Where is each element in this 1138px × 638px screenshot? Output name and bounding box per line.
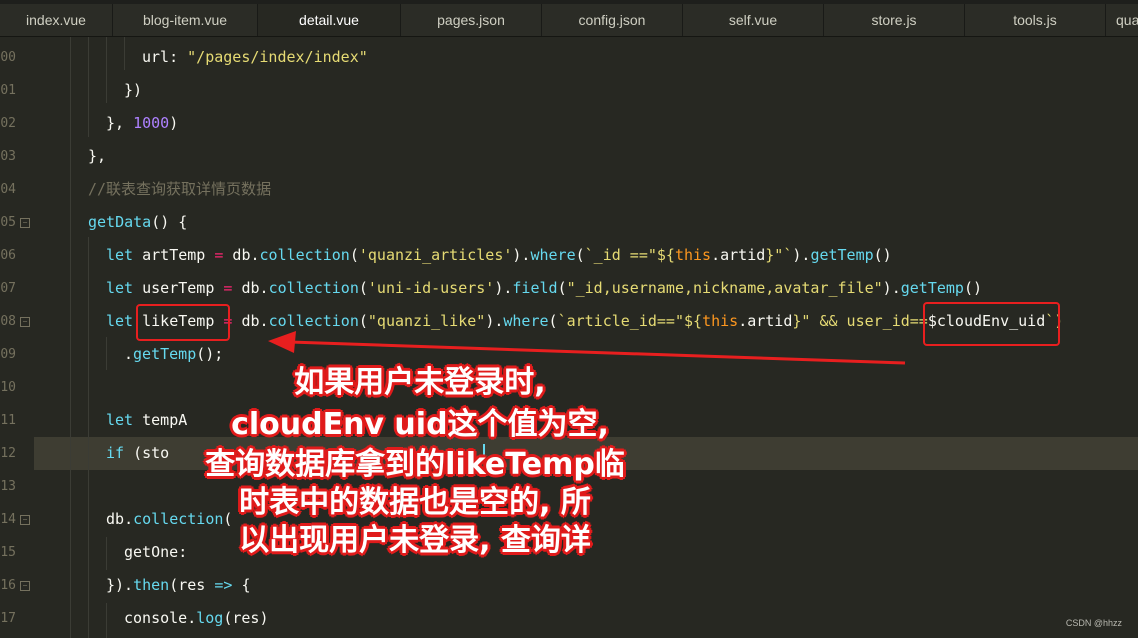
tab-pages-json[interactable]: pages.json [401, 4, 542, 36]
tab-index-vue[interactable]: index.vue [0, 4, 113, 36]
annotation-line-2: cloudEnv uid这个值为空, [231, 407, 609, 442]
tab-blog-item-vue[interactable]: blog-item.vue [113, 4, 258, 36]
tab-tools-js[interactable]: tools.js [965, 4, 1106, 36]
tab-quanzi-partial[interactable]: qua [1106, 4, 1138, 36]
tab-config-json[interactable]: config.json [542, 4, 683, 36]
tab-detail-vue[interactable]: detail.vue [258, 4, 401, 36]
editor-tab-bar: index.vue blog-item.vue detail.vue pages… [0, 0, 1138, 37]
code-editor[interactable]: 00 01 02 03 04 05 06 07 08 09 10 11 12 1… [0, 37, 1138, 638]
annotation-line-3: 查询数据库拿到的likeTemp临 [205, 447, 625, 482]
tab-self-vue[interactable]: self.vue [683, 4, 824, 36]
annotation-line-5: 以出现用户未登录, 查询详 [239, 523, 591, 558]
annotation-line-1: 如果用户未登录时, [294, 365, 546, 400]
annotation-line-4: 时表中的数据也是空的, 所 [239, 485, 591, 520]
watermark: CSDN @hhzz [1065, 618, 1122, 628]
tab-store-js[interactable]: store.js [824, 4, 965, 36]
